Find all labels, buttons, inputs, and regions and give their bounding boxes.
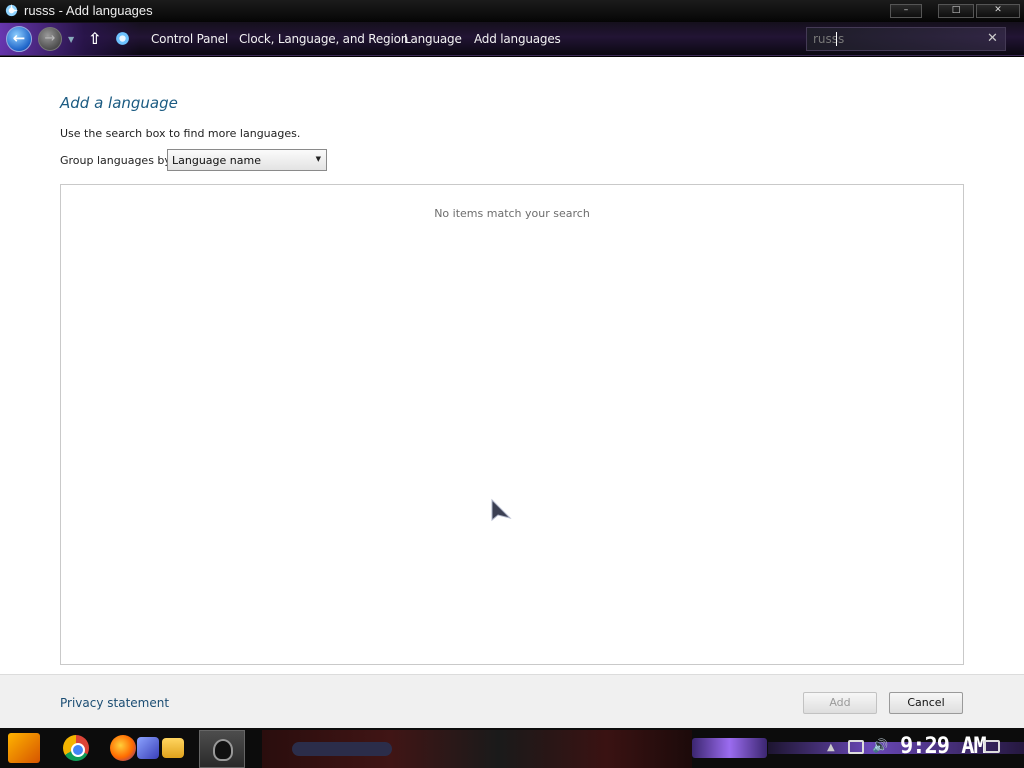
start-button-icon[interactable]: [8, 733, 40, 763]
taskbar-accent-bar: [692, 738, 767, 758]
page-title: Add a language: [60, 94, 178, 112]
mouse-pointer-icon: [491, 498, 512, 522]
group-by-selected-value: Language name: [172, 154, 261, 167]
network-icon[interactable]: [848, 740, 864, 754]
chrome-icon[interactable]: [63, 735, 89, 761]
control-panel-location-icon: [116, 32, 129, 45]
volume-icon[interactable]: 🔊: [872, 739, 888, 754]
tray-overflow-chevron-icon[interactable]: ▲: [827, 742, 835, 753]
address-bar: ← → ▼ ⇧ Control Panel Clock, Language, a…: [0, 22, 1024, 56]
title-bar: russs - Add languages – □ ✕: [0, 0, 1024, 22]
close-window-button[interactable]: ✕: [976, 4, 1020, 18]
dropdown-arrow-icon: ▼: [315, 155, 321, 163]
search-input-value: russs: [813, 32, 845, 46]
breadcrumb-clock-language-region[interactable]: Clock, Language, and Region: [239, 32, 408, 46]
app-cube-icon[interactable]: [137, 737, 159, 759]
active-control-panel-task[interactable]: [199, 730, 245, 768]
add-button[interactable]: Add: [803, 692, 877, 714]
breadcrumb-language[interactable]: Language: [404, 32, 462, 46]
back-arrow-icon[interactable]: ←: [6, 26, 32, 52]
text-caret: [836, 32, 837, 46]
empty-results-message: No items match your search: [434, 207, 590, 220]
window-title: russs - Add languages: [24, 3, 153, 18]
notifications-icon[interactable]: [984, 740, 1000, 753]
group-by-label: Group languages by:: [60, 154, 174, 167]
firefox-icon[interactable]: [110, 735, 136, 761]
file-explorer-icon[interactable]: [162, 738, 184, 758]
forward-arrow-icon[interactable]: →: [38, 27, 62, 51]
recent-locations-chevron-icon[interactable]: ▼: [68, 35, 74, 44]
privacy-statement-link[interactable]: Privacy statement: [60, 696, 169, 710]
up-level-arrow-icon[interactable]: ⇧: [88, 29, 101, 48]
breadcrumb-control-panel[interactable]: Control Panel: [151, 32, 228, 46]
footer-bar: Privacy statement Add Cancel: [0, 674, 1024, 728]
control-panel-app-icon: [5, 3, 19, 17]
maximize-button[interactable]: □: [938, 4, 974, 18]
group-by-dropdown[interactable]: Language name ▼: [167, 149, 327, 171]
cancel-button[interactable]: Cancel: [889, 692, 963, 714]
language-list[interactable]: No items match your search: [60, 184, 964, 665]
minimize-button[interactable]: –: [890, 4, 922, 18]
clear-search-icon[interactable]: ✕: [987, 31, 998, 46]
search-hint-text: Use the search box to find more language…: [60, 127, 301, 140]
main-content: Add a language Use the search box to fin…: [0, 57, 1024, 674]
breadcrumb-add-languages[interactable]: Add languages: [474, 32, 561, 46]
taskbar-wallpaper-decoration: [262, 730, 692, 768]
taskbar: ▲ 🔊 9:29 AM: [0, 728, 1024, 768]
taskbar-clock[interactable]: 9:29 AM: [900, 734, 987, 759]
